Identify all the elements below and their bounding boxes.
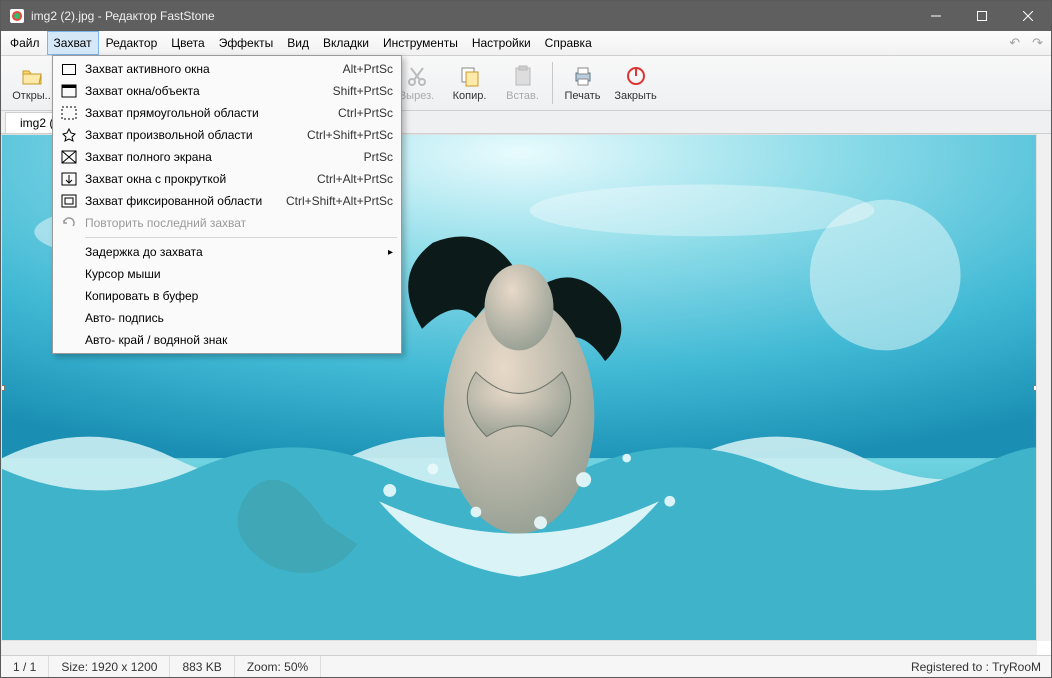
menu-инструменты[interactable]: Инструменты [376, 31, 465, 55]
menu-item-shortcut: Ctrl+Alt+PrtSc [317, 172, 393, 186]
menu-item[interactable]: Захват фиксированной областиCtrl+Shift+A… [55, 190, 399, 212]
toolbar-paste: Встав. [496, 58, 549, 108]
close-button[interactable] [1005, 1, 1051, 31]
menu-item-label: Захват прямоугольной области [85, 106, 338, 120]
win-object-icon [59, 82, 79, 100]
status-zoom: Zoom: 50% [235, 656, 321, 677]
toolbar-label: Встав. [506, 90, 539, 102]
fixed-region-icon [59, 192, 79, 210]
menu-item-label: Курсор мыши [85, 267, 393, 281]
menu-item-label: Повторить последний захват [85, 216, 393, 230]
menu-item[interactable]: Захват произвольной областиCtrl+Shift+Pr… [55, 124, 399, 146]
blank-icon [59, 309, 79, 327]
menu-item[interactable]: Курсор мыши [55, 263, 399, 285]
menu-item[interactable]: Авто- подпись [55, 307, 399, 329]
blank-icon [59, 243, 79, 261]
print-icon [571, 64, 595, 88]
toolbar-label: Печать [564, 90, 600, 102]
scroll-win-icon [59, 170, 79, 188]
menu-item-shortcut: Ctrl+Shift+PrtSc [307, 128, 393, 142]
scrollbar-horizontal[interactable] [1, 641, 1037, 655]
menu-item[interactable]: Авто- край / водяной знак [55, 329, 399, 351]
menu-вкладки[interactable]: Вкладки [316, 31, 376, 55]
menu-редактор[interactable]: Редактор [99, 31, 165, 55]
menu-item[interactable]: Захват полного экранаPrtSc [55, 146, 399, 168]
status-bar: 1 / 1 Size: 1920 x 1200 883 KB Zoom: 50%… [1, 655, 1051, 677]
fullscreen-icon [59, 148, 79, 166]
menu-separator [85, 237, 397, 238]
status-filesize: 883 KB [170, 656, 234, 677]
menu-item-shortcut: PrtSc [364, 150, 393, 164]
menu-item[interactable]: Захват окна с прокруткойCtrl+Alt+PrtSc [55, 168, 399, 190]
menu-эффекты[interactable]: Эффекты [212, 31, 281, 55]
toolbar-label: Копир. [453, 90, 487, 102]
menu-вид[interactable]: Вид [280, 31, 316, 55]
menu-item-label: Захват окна с прокруткой [85, 172, 317, 186]
maximize-button[interactable] [959, 1, 1005, 31]
resize-handle-left[interactable] [1, 385, 5, 391]
repeat-icon [59, 214, 79, 232]
open-folder-icon [20, 64, 44, 88]
minimize-button[interactable] [913, 1, 959, 31]
win-active-icon [59, 60, 79, 78]
menu-item[interactable]: Захват активного окнаAlt+PrtSc [55, 58, 399, 80]
menu-item-shortcut: Ctrl+Shift+Alt+PrtSc [286, 194, 393, 208]
blank-icon [59, 265, 79, 283]
menu-справка[interactable]: Справка [538, 31, 599, 55]
status-page: 1 / 1 [1, 656, 49, 677]
toolbar-label: Закрыть [614, 90, 656, 102]
menu-item-label: Захват полного экрана [85, 150, 364, 164]
menu-item-shortcut: Shift+PrtSc [333, 84, 393, 98]
toolbar-label: Откры.. [12, 90, 51, 102]
toolbar-power[interactable]: Закрыть [609, 58, 662, 108]
blank-icon [59, 287, 79, 305]
menu-захват[interactable]: Захват [47, 31, 99, 55]
menu-item-label: Захват фиксированной области [85, 194, 286, 208]
menu-item-label: Копировать в буфер [85, 289, 393, 303]
menu-item-label: Захват окна/объекта [85, 84, 333, 98]
menu-настройки[interactable]: Настройки [465, 31, 538, 55]
redo-icon[interactable]: ↷ [1026, 31, 1049, 55]
toolbar-separator [552, 62, 553, 104]
undo-icon[interactable]: ↶ [1003, 31, 1026, 55]
blank-icon [59, 331, 79, 349]
freeform-icon [59, 126, 79, 144]
menu-item-shortcut: Alt+PrtSc [343, 62, 393, 76]
menubar: ФайлЗахватРедакторЦветаЭффектыВидВкладки… [1, 31, 1051, 56]
menu-item[interactable]: Захват прямоугольной областиCtrl+PrtSc [55, 102, 399, 124]
toolbar-open-folder[interactable]: Откры.. [5, 58, 58, 108]
paste-icon [511, 64, 535, 88]
scrollbar-vertical[interactable] [1037, 134, 1051, 641]
menu-цвета[interactable]: Цвета [164, 31, 211, 55]
menu-item-label: Захват произвольной области [85, 128, 307, 142]
status-registered: Registered to : TryRooM [911, 660, 1051, 674]
submenu-arrow-icon: ▸ [383, 247, 393, 258]
toolbar-copy[interactable]: Копир. [443, 58, 496, 108]
app-icon [9, 8, 25, 24]
toolbar-label: Вырез. [399, 90, 434, 102]
menu-item: Повторить последний захват [55, 212, 399, 234]
menu-файл[interactable]: Файл [3, 31, 47, 55]
rect-region-icon [59, 104, 79, 122]
window-title: img2 (2).jpg - Редактор FastStone [31, 9, 913, 23]
power-icon [624, 64, 648, 88]
menu-item[interactable]: Задержка до захвата▸ [55, 241, 399, 263]
cut-icon [405, 64, 429, 88]
menu-item-label: Задержка до захвата [85, 245, 383, 259]
toolbar-print[interactable]: Печать [556, 58, 609, 108]
menu-item[interactable]: Захват окна/объектаShift+PrtSc [55, 80, 399, 102]
status-dimensions: Size: 1920 x 1200 [49, 656, 170, 677]
menu-item-label: Авто- подпись [85, 311, 393, 325]
menu-item[interactable]: Копировать в буфер [55, 285, 399, 307]
copy-icon [458, 64, 482, 88]
capture-menu-dropdown: Захват активного окнаAlt+PrtScЗахват окн… [52, 55, 402, 354]
menu-item-label: Авто- край / водяной знак [85, 333, 393, 347]
titlebar: img2 (2).jpg - Редактор FastStone [1, 1, 1051, 31]
menu-item-shortcut: Ctrl+PrtSc [338, 106, 393, 120]
menu-item-label: Захват активного окна [85, 62, 343, 76]
